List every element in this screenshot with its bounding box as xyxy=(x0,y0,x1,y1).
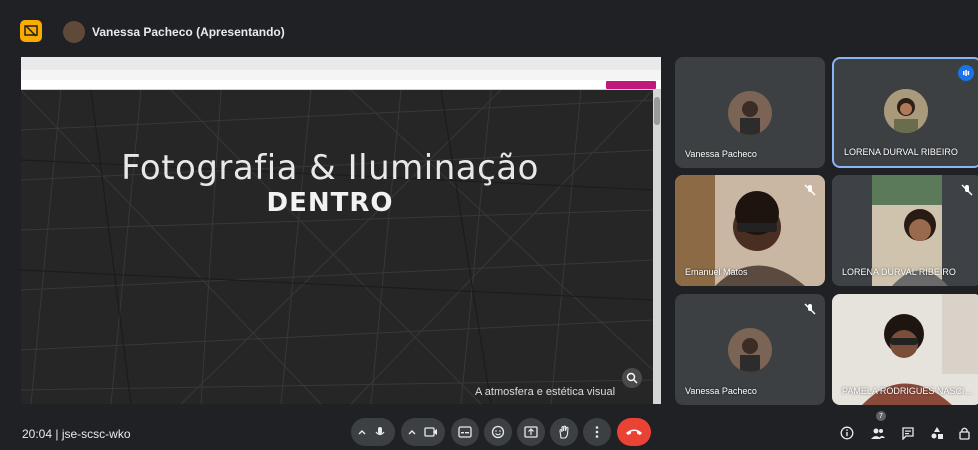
slide-texture xyxy=(21,90,653,404)
chat-button[interactable] xyxy=(899,424,917,442)
participant-name: Vanessa Pacheco xyxy=(685,149,757,159)
mic-off-icon xyxy=(804,184,816,196)
slide-scrollbar-thumb[interactable] xyxy=(654,97,660,125)
presentation-stop-icon[interactable] xyxy=(20,20,42,42)
hand-icon xyxy=(559,425,569,439)
participant-tile[interactable]: Vanessa Pacheco xyxy=(675,294,825,405)
present-screen-icon xyxy=(524,426,538,438)
emoji-icon xyxy=(491,425,505,439)
shared-share-button xyxy=(606,81,656,89)
lock-person-icon xyxy=(959,427,970,440)
shared-menu-bar xyxy=(21,70,661,80)
mic-control-button[interactable] xyxy=(351,418,395,446)
slide-title: Fotografia & Iluminação xyxy=(121,148,539,188)
present-now-button[interactable] xyxy=(517,418,545,446)
participant-tile[interactable]: PAMELA RODRIGUES NASCI... xyxy=(832,294,978,405)
participant-avatar xyxy=(884,89,928,133)
participant-name: PAMELA RODRIGUES NASCI... xyxy=(842,386,972,396)
participant-tile[interactable]: LORENA DURVAL RIBEIRO xyxy=(832,57,978,168)
more-options-button[interactable] xyxy=(583,418,611,446)
shapes-icon xyxy=(931,427,943,439)
slide-subtitle: DENTRO xyxy=(266,188,394,218)
slide-canvas xyxy=(21,90,653,404)
meeting-details-button[interactable] xyxy=(838,424,856,442)
speaking-indicator-icon xyxy=(958,65,974,81)
participant-tile[interactable]: Vanessa Pacheco xyxy=(675,57,825,168)
people-icon xyxy=(871,428,885,439)
meeting-time-and-code: 20:04 | jse-scsc-wko xyxy=(22,427,131,441)
hangup-icon xyxy=(626,429,642,435)
info-icon xyxy=(840,426,854,440)
camera-icon xyxy=(408,427,437,437)
activities-button[interactable] xyxy=(928,424,946,442)
participant-name: Vanessa Pacheco xyxy=(685,386,757,396)
participant-tile[interactable]: LORENA DURVAL RIBEIRO xyxy=(832,175,978,286)
leave-call-button[interactable] xyxy=(617,418,651,446)
participant-name: Emanuel Matos xyxy=(685,267,748,277)
people-count-badge: 7 xyxy=(876,411,886,421)
slide-scrollbar[interactable] xyxy=(653,90,661,404)
participant-name: LORENA DURVAL RIBEIRO xyxy=(842,267,956,277)
participant-name: LORENA DURVAL RIBEIRO xyxy=(844,147,958,157)
captions-button[interactable] xyxy=(451,418,479,446)
participant-avatar xyxy=(728,91,772,135)
zoom-icon[interactable] xyxy=(622,368,642,388)
shared-browser-toolbar xyxy=(21,57,661,70)
raise-hand-button[interactable] xyxy=(550,418,578,446)
mic-off-icon xyxy=(961,184,973,196)
shared-tab-bar xyxy=(21,80,661,90)
presenter-avatar xyxy=(63,21,85,43)
reactions-button[interactable] xyxy=(484,418,512,446)
shared-screen xyxy=(21,57,661,404)
host-controls-button[interactable] xyxy=(956,424,974,442)
people-button[interactable] xyxy=(869,424,887,442)
more-vert-icon xyxy=(595,426,599,438)
mic-off-icon xyxy=(804,303,816,315)
slide-caption: A atmosfera e estética visual xyxy=(475,386,616,398)
captions-icon xyxy=(458,426,472,438)
mic-icon xyxy=(358,427,385,436)
participant-tile[interactable]: Emanuel Matos xyxy=(675,175,825,286)
chat-icon xyxy=(902,427,914,440)
presenter-title: Vanessa Pacheco (Apresentando) xyxy=(92,25,285,39)
camera-control-button[interactable] xyxy=(401,418,445,446)
participant-avatar xyxy=(728,328,772,372)
